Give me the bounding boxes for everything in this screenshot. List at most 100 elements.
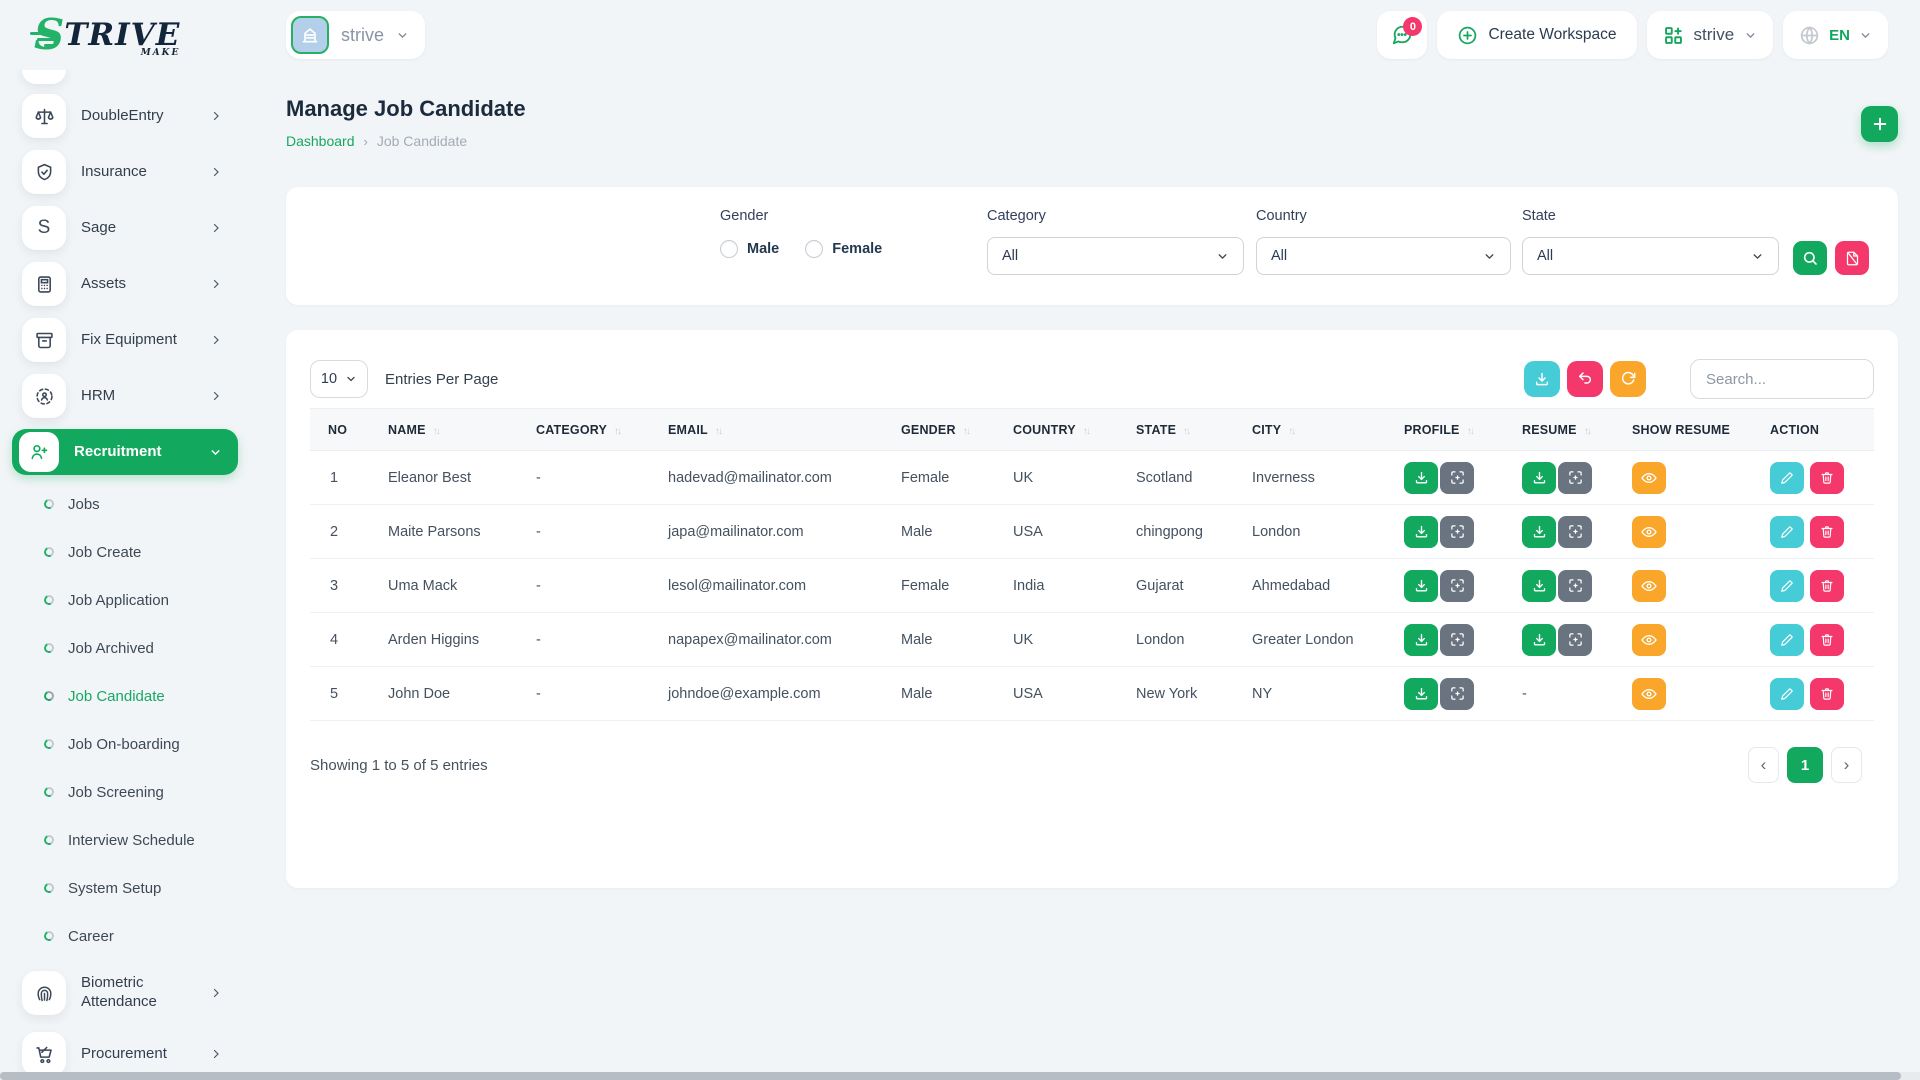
- sort-icon[interactable]: ↑↓: [1288, 426, 1294, 437]
- delete-button[interactable]: [1810, 570, 1844, 602]
- topbar-actions: 0 Create Workspace strive EN: [1377, 11, 1888, 59]
- language-selector[interactable]: EN: [1783, 11, 1888, 59]
- profile-download-button[interactable]: [1404, 624, 1438, 656]
- sort-icon[interactable]: ↑↓: [433, 426, 439, 437]
- profile-download-button[interactable]: [1404, 516, 1438, 548]
- column-header[interactable]: COUNTRY↑↓: [1005, 409, 1128, 451]
- sidebar-subitem-career[interactable]: Career: [0, 912, 250, 960]
- sidebar-item-assets[interactable]: Assets: [0, 256, 250, 312]
- resume-download-button[interactable]: [1522, 462, 1556, 494]
- sidebar-subitem-job-application[interactable]: Job Application: [0, 576, 250, 624]
- profile-download-button[interactable]: [1404, 570, 1438, 602]
- workspace-menu[interactable]: strive: [1647, 11, 1774, 59]
- next-page-button[interactable]: ›: [1831, 747, 1862, 783]
- sidebar-item-sage[interactable]: S Sage: [0, 200, 250, 256]
- column-header[interactable]: RESUME↑↓: [1514, 409, 1624, 451]
- show-resume-button[interactable]: [1632, 516, 1666, 548]
- filter-search-button[interactable]: [1793, 241, 1827, 275]
- sidebar-item-recruitment[interactable]: Recruitment: [12, 429, 238, 475]
- column-header[interactable]: CITY↑↓: [1244, 409, 1396, 451]
- sort-icon[interactable]: ↑↓: [1467, 426, 1473, 437]
- column-header[interactable]: CATEGORY↑↓: [528, 409, 660, 451]
- show-resume-button[interactable]: [1632, 570, 1666, 602]
- country-select[interactable]: All: [1256, 237, 1511, 275]
- strive-logo[interactable]: STRIVE MAKE: [34, 14, 180, 56]
- resume-scan-button[interactable]: [1558, 570, 1592, 602]
- edit-button[interactable]: [1770, 570, 1804, 602]
- show-resume-button[interactable]: [1632, 462, 1666, 494]
- sidebar-item-biometric-attendance[interactable]: Biometric Attendance: [0, 960, 250, 1026]
- chevron-right-icon: [210, 390, 222, 402]
- column-header[interactable]: NAME↑↓: [380, 409, 528, 451]
- delete-button[interactable]: [1810, 462, 1844, 494]
- scrollbar-thumb[interactable]: [0, 1072, 1901, 1080]
- edit-button[interactable]: [1770, 678, 1804, 710]
- resume-scan-button[interactable]: [1558, 462, 1592, 494]
- export-download-button[interactable]: [1524, 361, 1560, 397]
- horizontal-scrollbar[interactable]: [0, 1072, 1920, 1080]
- resume-download-button[interactable]: [1522, 516, 1556, 548]
- profile-scan-button[interactable]: [1440, 570, 1474, 602]
- profile-scan-button[interactable]: [1440, 462, 1474, 494]
- state-select[interactable]: All: [1522, 237, 1779, 275]
- resume-scan-button[interactable]: [1558, 516, 1592, 548]
- sidebar-subitem-job-create[interactable]: Job Create: [0, 528, 250, 576]
- radio-icon[interactable]: [720, 240, 738, 258]
- create-workspace-button[interactable]: Create Workspace: [1437, 11, 1636, 59]
- gender-radio-male[interactable]: Male: [720, 240, 779, 258]
- sidebar-item-fix-equipment[interactable]: Fix Equipment: [0, 312, 250, 368]
- messages-button[interactable]: 0: [1377, 11, 1427, 59]
- sidebar-subitem-system-setup[interactable]: System Setup: [0, 864, 250, 912]
- sidebar-subitem-job-onboarding[interactable]: Job On-boarding: [0, 720, 250, 768]
- column-header[interactable]: GENDER↑↓: [893, 409, 1005, 451]
- category-select[interactable]: All: [987, 237, 1244, 275]
- resume-download-button[interactable]: [1522, 624, 1556, 656]
- resume-download-button[interactable]: [1522, 570, 1556, 602]
- current-page-button[interactable]: 1: [1787, 747, 1823, 783]
- column-header[interactable]: STATE↑↓: [1128, 409, 1244, 451]
- resume-scan-button[interactable]: [1558, 624, 1592, 656]
- breadcrumb-dashboard-link[interactable]: Dashboard: [286, 133, 355, 149]
- profile-scan-button[interactable]: [1440, 624, 1474, 656]
- sort-icon[interactable]: ↑↓: [1083, 426, 1089, 437]
- profile-download-button[interactable]: [1404, 678, 1438, 710]
- sidebar-item-hrm[interactable]: HRM: [0, 368, 250, 424]
- workspace-selector[interactable]: strive: [286, 11, 425, 59]
- show-resume-button[interactable]: [1632, 678, 1666, 710]
- sidebar-subitem-jobs[interactable]: Jobs: [0, 480, 250, 528]
- delete-button[interactable]: [1810, 624, 1844, 656]
- edit-button[interactable]: [1770, 462, 1804, 494]
- sort-icon[interactable]: ↑↓: [1584, 426, 1590, 437]
- bullet-icon: [43, 882, 56, 895]
- entries-per-page-select[interactable]: 10: [310, 360, 368, 398]
- refresh-button[interactable]: [1610, 361, 1646, 397]
- gender-radio-female[interactable]: Female: [805, 240, 882, 258]
- sort-icon[interactable]: ↑↓: [1183, 426, 1189, 437]
- profile-scan-button[interactable]: [1440, 678, 1474, 710]
- sidebar-item-procurement[interactable]: Procurement: [0, 1026, 250, 1072]
- add-candidate-button[interactable]: [1861, 106, 1898, 142]
- sidebar-subitem-job-candidate[interactable]: Job Candidate: [0, 672, 250, 720]
- sidebar-subitem-job-screening[interactable]: Job Screening: [0, 768, 250, 816]
- table-search-input[interactable]: [1690, 359, 1874, 399]
- edit-button[interactable]: [1770, 516, 1804, 548]
- profile-download-button[interactable]: [1404, 462, 1438, 494]
- sort-icon[interactable]: ↑↓: [614, 426, 620, 437]
- radio-icon[interactable]: [805, 240, 823, 258]
- sidebar-item-doubleentry[interactable]: DoubleEntry: [0, 88, 250, 144]
- column-header[interactable]: EMAIL↑↓: [660, 409, 893, 451]
- profile-scan-button[interactable]: [1440, 516, 1474, 548]
- sort-icon[interactable]: ↑↓: [963, 426, 969, 437]
- show-resume-button[interactable]: [1632, 624, 1666, 656]
- sidebar-subitem-interview-schedule[interactable]: Interview Schedule: [0, 816, 250, 864]
- sidebar-subitem-job-archived[interactable]: Job Archived: [0, 624, 250, 672]
- delete-button[interactable]: [1810, 678, 1844, 710]
- sidebar-item-insurance[interactable]: Insurance: [0, 144, 250, 200]
- undo-button[interactable]: [1567, 361, 1603, 397]
- sort-icon[interactable]: ↑↓: [715, 426, 721, 437]
- previous-page-button[interactable]: ‹: [1748, 747, 1779, 783]
- filter-clear-button[interactable]: [1835, 241, 1869, 275]
- edit-button[interactable]: [1770, 624, 1804, 656]
- column-header[interactable]: PROFILE↑↓: [1396, 409, 1514, 451]
- delete-button[interactable]: [1810, 516, 1844, 548]
